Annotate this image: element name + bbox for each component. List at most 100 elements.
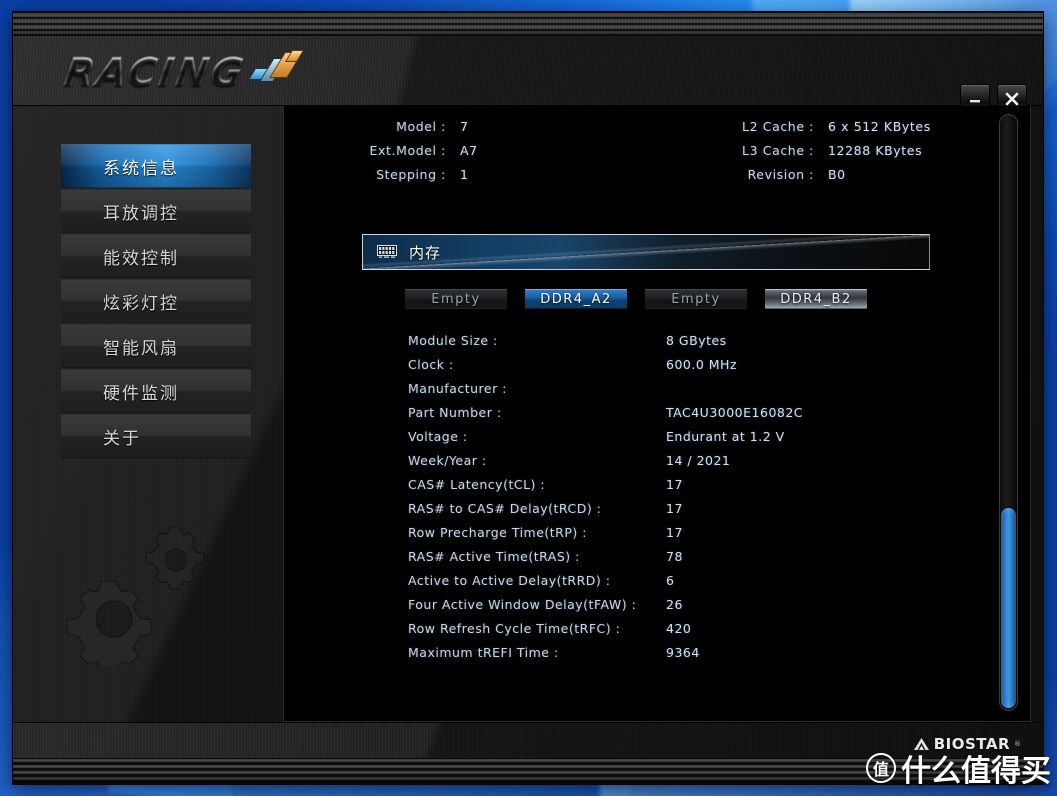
memory-detail-value: 600.0 MHz	[666, 356, 738, 372]
window-body: 系统信息耳放调控能效控制炫彩灯控智能风扇硬件监测关于 Model : 7 L2 Ca…	[13, 106, 1043, 722]
cpu-info-row: Model : 7 L2 Cache : 6 x 512 KBytes	[284, 114, 1030, 138]
cpu-info-value: 7	[460, 118, 469, 134]
memory-detail-row: Week/Year : 14 / 2021	[408, 448, 1008, 472]
sidebar-item-label: 智能风扇	[103, 338, 179, 359]
cpu-info-value: 1	[460, 166, 469, 182]
cpu-info-row: Ext.Model : A7 L3 Cache : 12288 KBytes	[284, 138, 1030, 162]
gears-decoration-icon	[66, 526, 205, 666]
cpu-info-cell-right: L3 Cache : 12288 KBytes	[664, 143, 1024, 158]
smzdm-badge-icon: 值	[866, 753, 896, 783]
sidebar-item-label: 耳放调控	[103, 203, 179, 224]
memory-detail-row: RAS# Active Time(tRAS) : 78	[408, 544, 1008, 568]
sidebar-item-0[interactable]: 系统信息	[61, 144, 251, 188]
memory-detail-row: CAS# Latency(tCL) : 17	[408, 472, 1008, 496]
cpu-info-row: Stepping : 1 Revision : B0	[284, 162, 1030, 186]
racing-gt-app-window: RACING 系统信息耳放调控能效控制炫彩灯控智能风扇硬件监测关于	[13, 12, 1043, 784]
vertical-scrollbar-track[interactable]	[999, 114, 1018, 711]
memory-detail-label: RAS# Active Time(tRAS) :	[408, 548, 580, 564]
ram-stick-icon	[377, 245, 397, 258]
minimize-icon	[970, 100, 980, 103]
memory-detail-label: RAS# to CAS# Delay(tRCD) :	[408, 500, 602, 516]
memory-detail-row: Four Active Window Delay(tFAW) : 26	[408, 592, 1008, 616]
memory-slot-tab-1[interactable]: DDR4_A2	[524, 288, 628, 310]
memory-slot-tabs: Empty DDR4_A2 Empty DDR4_B2	[404, 288, 884, 310]
cpu-info-label: Revision :	[747, 166, 814, 182]
cpu-info-cell-right: L2 Cache : 6 x 512 KBytes	[664, 119, 1024, 134]
memory-detail-row: Module Size : 8 GBytes	[408, 328, 1008, 352]
sidebar-item-1[interactable]: 耳放调控	[61, 189, 251, 233]
sidebar-item-list: 系统信息耳放调控能效控制炫彩灯控智能风扇硬件监测关于	[61, 144, 251, 459]
smzdm-watermark: 值 什么值得买	[866, 746, 1051, 790]
memory-detail-label: Voltage :	[408, 428, 468, 444]
window-top-frame	[13, 12, 1043, 36]
memory-section-header: 内存	[362, 234, 930, 270]
sidebar-item-label: 炫彩灯控	[103, 293, 179, 314]
memory-detail-label: Clock :	[408, 356, 454, 372]
memory-detail-value: 26	[666, 596, 683, 612]
app-logo: RACING	[61, 50, 304, 95]
memory-detail-value: 8 GBytes	[666, 332, 727, 348]
app-logo-text: RACING	[61, 50, 250, 95]
cpu-info-value: A7	[460, 142, 478, 158]
memory-detail-row: Clock : 600.0 MHz	[408, 352, 1008, 376]
memory-section-title: 内存	[409, 243, 442, 262]
memory-detail-value: 420	[666, 620, 692, 636]
memory-detail-label: Maximum tREFI Time :	[408, 644, 559, 660]
cpu-info-cell-left: Model : 7	[284, 119, 664, 134]
sidebar-item-label: 硬件监测	[103, 383, 179, 404]
memory-detail-row: Voltage : Endurant at 1.2 V	[408, 424, 1008, 448]
memory-detail-label: Module Size :	[408, 332, 498, 348]
memory-detail-value: 6	[666, 572, 675, 588]
memory-slot-tab-0[interactable]: Empty	[404, 288, 508, 310]
racing-flag-icon	[246, 50, 304, 94]
sidebar-item-6[interactable]: 关于	[61, 414, 251, 458]
cpu-info-value: B0	[828, 166, 846, 182]
sidebar-item-4[interactable]: 智能风扇	[61, 324, 251, 368]
memory-detail-row: Manufacturer :	[408, 376, 1008, 400]
cpu-info-cell-right: Revision : B0	[664, 167, 1024, 182]
memory-detail-row: Row Precharge Time(tRP) : 17	[408, 520, 1008, 544]
memory-detail-row: Row Refresh Cycle Time(tRFC) : 420	[408, 616, 1008, 640]
cpu-info-value: 6 x 512 KBytes	[828, 118, 931, 134]
cpu-info-label: Model :	[396, 118, 446, 134]
memory-slot-tab-2[interactable]: Empty	[644, 288, 748, 310]
memory-detail-label: Four Active Window Delay(tFAW) :	[408, 596, 637, 612]
content-panel: Model : 7 L2 Cache : 6 x 512 KBytes Ext.Mode…	[283, 106, 1031, 722]
memory-detail-row: Part Number : TAC4U3000E16082C	[408, 400, 1008, 424]
memory-detail-value: 17	[666, 476, 683, 492]
smzdm-watermark-text: 什么值得买	[901, 754, 1051, 789]
cpu-info-label: Stepping :	[376, 166, 446, 182]
cpu-info-label: Ext.Model :	[369, 142, 446, 158]
memory-detail-value: 17	[666, 500, 683, 516]
sidebar-navigation: 系统信息耳放调控能效控制炫彩灯控智能风扇硬件监测关于	[13, 106, 271, 722]
memory-detail-label: Active to Active Delay(tRRD) :	[408, 572, 611, 588]
memory-detail-value: 9364	[666, 644, 700, 660]
memory-detail-value: 14 / 2021	[666, 452, 731, 468]
memory-detail-value: 78	[666, 548, 683, 564]
sidebar-item-5[interactable]: 硬件监测	[61, 369, 251, 413]
cpu-info-cell-left: Ext.Model : A7	[284, 143, 664, 158]
memory-detail-label: Row Refresh Cycle Time(tRFC) :	[408, 620, 621, 636]
memory-slot-tab-3[interactable]: DDR4_B2	[764, 288, 868, 310]
cpu-info-label: L3 Cache :	[742, 142, 814, 158]
memory-detail-value: TAC4U3000E16082C	[666, 404, 804, 420]
sidebar-item-label: 能效控制	[103, 248, 179, 269]
sidebar-item-label: 系统信息	[103, 158, 179, 179]
memory-detail-label: Manufacturer :	[408, 380, 507, 396]
memory-detail-label: Week/Year :	[408, 452, 487, 468]
memory-detail-label: Part Number :	[408, 404, 502, 420]
memory-detail-row: RAS# to CAS# Delay(tRCD) : 17	[408, 496, 1008, 520]
memory-detail-label: Row Precharge Time(tRP) :	[408, 524, 587, 540]
sidebar-item-label: 关于	[103, 428, 141, 449]
vertical-scrollbar-thumb[interactable]	[1001, 507, 1016, 708]
cpu-info-value: 12288 KBytes	[828, 142, 923, 158]
cpu-info-cell-left: Stepping : 1	[284, 167, 664, 182]
cpu-info-grid: Model : 7 L2 Cache : 6 x 512 KBytes Ext.Mode…	[284, 114, 1030, 186]
cpu-info-label: L2 Cache :	[742, 118, 814, 134]
title-bar: RACING	[13, 36, 1043, 114]
memory-details-list: Module Size : 8 GBytes Clock : 600.0 MHz Man…	[408, 328, 1008, 664]
memory-detail-label: CAS# Latency(tCL) :	[408, 476, 546, 492]
sidebar-item-2[interactable]: 能效控制	[61, 234, 251, 278]
memory-detail-value: 17	[666, 524, 683, 540]
sidebar-item-3[interactable]: 炫彩灯控	[61, 279, 251, 323]
